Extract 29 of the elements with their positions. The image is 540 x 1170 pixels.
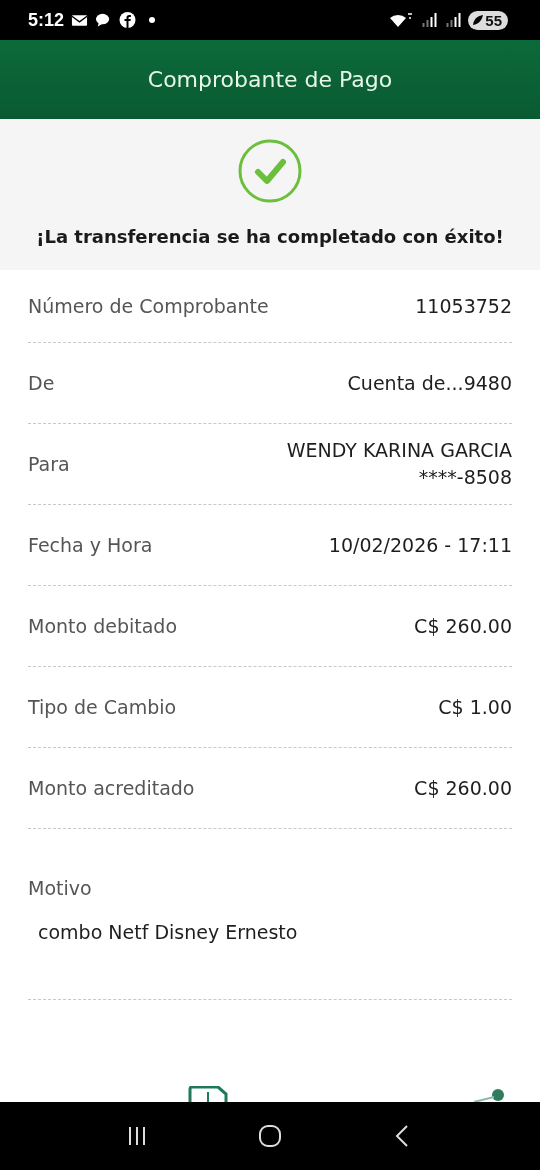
field-label: Tipo de Cambio	[28, 696, 177, 718]
download-document-icon[interactable]	[188, 1086, 228, 1102]
field-value: WENDY KARINA GARCIA ****-8508	[286, 438, 512, 490]
field-value: 10/02/2026 - 17:11	[328, 532, 512, 558]
signal-icon	[444, 12, 462, 28]
field-value: combo Netf Disney Ernesto	[37, 921, 299, 943]
notification-dot-icon	[149, 17, 156, 23]
field-value: Cuenta de...9480	[347, 370, 512, 396]
page-title: Comprobante de Pago	[147, 67, 393, 92]
field-value: 11053752	[415, 293, 512, 319]
field-label: Motivo	[28, 877, 93, 899]
home-icon[interactable]	[258, 1124, 282, 1148]
facebook-icon	[119, 12, 137, 28]
wifi-icon	[389, 12, 414, 28]
share-icon[interactable]	[472, 1088, 506, 1102]
success-message: ¡La transferencia se ha completado con éxito!	[36, 226, 504, 247]
field-label: Fecha y Hora	[28, 534, 153, 556]
field-value: C$ 1.00	[438, 694, 512, 720]
battery-indicator: 55	[468, 10, 508, 30]
field-label: Monto acreditado	[28, 777, 195, 799]
mail-icon	[71, 12, 89, 28]
field-label: Número de Comprobante	[28, 295, 269, 317]
field-label: De	[28, 372, 55, 394]
field-label: Monto debitado	[28, 615, 178, 637]
clock: 5:12	[28, 9, 65, 31]
field-value: C$ 260.00	[414, 613, 512, 639]
signal-icon	[420, 12, 438, 28]
field-label: Para	[28, 453, 70, 475]
field-value: C$ 260.00	[414, 775, 512, 801]
